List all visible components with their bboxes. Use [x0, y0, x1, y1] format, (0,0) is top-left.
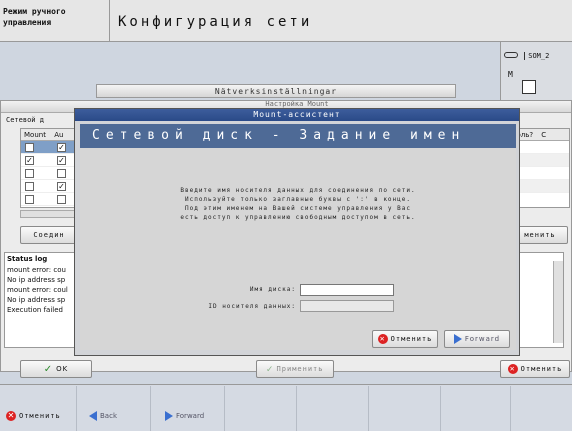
- col-auto: Au: [54, 131, 64, 139]
- connect-label: Соедин: [33, 231, 65, 239]
- ok-button[interactable]: ✓ OK: [20, 360, 92, 378]
- table-row[interactable]: [21, 167, 79, 180]
- apply-label: Применить: [276, 365, 324, 373]
- page-title: Конфигурация сети: [110, 0, 572, 42]
- cancel-icon: ✕: [6, 411, 16, 421]
- softkey-cancel-label: Отменить: [19, 412, 61, 420]
- mount-assistant-titlebar: Mount-ассистент: [75, 109, 519, 121]
- softkey-empty[interactable]: [440, 386, 510, 431]
- apply-button[interactable]: ✓ Применить: [256, 360, 334, 378]
- checkbox[interactable]: ✓: [57, 182, 66, 191]
- ok-label: OK: [56, 365, 69, 373]
- change-button[interactable]: менить: [512, 226, 568, 244]
- checkbox[interactable]: [25, 169, 34, 178]
- disk-name-label: Имя диска:: [249, 286, 296, 293]
- info-text: Введите имя носителя данных для соединен…: [180, 187, 416, 221]
- table-header: Mount Au: [21, 129, 79, 141]
- data-carrier-input[interactable]: [300, 300, 394, 312]
- disk-name-input[interactable]: [300, 284, 394, 296]
- m-label: M: [508, 70, 513, 79]
- horizontal-scrollbar[interactable]: [20, 210, 80, 218]
- wizard-forward-label: Forward: [464, 335, 501, 343]
- softkey-empty[interactable]: [296, 386, 366, 431]
- mode-label: Режим ручного управления: [0, 0, 110, 42]
- checkbox[interactable]: [57, 195, 66, 204]
- softkey-empty[interactable]: [368, 386, 438, 431]
- softkey-back-label: Back: [100, 412, 117, 420]
- mount-settings-title: Настройка Mount: [265, 100, 329, 108]
- data-carrier-label: ID носителя данных:: [208, 303, 296, 310]
- softkey-forward-label: Forward: [176, 412, 205, 420]
- checkbox[interactable]: [25, 143, 34, 152]
- group-label: Сетевой д: [6, 116, 44, 124]
- softkey-cancel[interactable]: ✕ Отменить: [0, 386, 70, 431]
- wizard-forward-button[interactable]: Forward: [444, 330, 510, 348]
- checkbox[interactable]: ✓: [57, 143, 66, 152]
- change-label: менить: [524, 231, 556, 239]
- network-settings-titlebar: Nätverksinställningar: [96, 84, 456, 98]
- col-c: C: [541, 131, 547, 139]
- wizard-content: [80, 148, 516, 350]
- softkey-empty[interactable]: [510, 386, 572, 431]
- wizard-cancel-button[interactable]: ✕ Отменить: [372, 330, 438, 348]
- arrow-right-icon: [165, 411, 173, 421]
- check-icon: ✓: [266, 363, 274, 375]
- table-row[interactable]: ✓: [21, 180, 79, 193]
- bg-cancel-button[interactable]: ✕ Отменить: [500, 360, 570, 378]
- softkey-forward[interactable]: Forward: [150, 386, 220, 431]
- cancel-icon: ✕: [507, 364, 518, 374]
- checkbox[interactable]: ✓: [57, 156, 66, 165]
- checkbox[interactable]: [57, 169, 66, 178]
- table-row[interactable]: ✓ ✓: [21, 154, 79, 167]
- vertical-scrollbar[interactable]: [553, 261, 563, 343]
- cancel-icon: ✕: [377, 334, 388, 344]
- table-row[interactable]: ✓: [21, 141, 79, 154]
- wizard-header: Сетевой диск - Задание имен: [80, 124, 516, 148]
- softkey-empty[interactable]: [224, 386, 294, 431]
- som-indicator: SOM_2: [504, 52, 572, 66]
- wizard-cancel-label: Отменить: [390, 335, 433, 343]
- som-label: SOM_2: [524, 52, 550, 60]
- mount-table[interactable]: Mount Au ✓ ✓ ✓ ✓: [20, 128, 80, 208]
- table-row[interactable]: [21, 193, 79, 206]
- arrow-left-icon: [89, 411, 97, 421]
- connect-button[interactable]: Соедин: [20, 226, 78, 244]
- check-icon: ✓: [43, 363, 54, 375]
- bg-cancel-label: Отменить: [520, 365, 563, 373]
- spindle-icon: [522, 80, 536, 94]
- checkbox[interactable]: [25, 182, 34, 191]
- arrow-right-icon: [453, 334, 462, 344]
- softkey-back[interactable]: Back: [76, 386, 146, 431]
- key-icon: [504, 52, 518, 58]
- checkbox[interactable]: ✓: [25, 156, 34, 165]
- checkbox[interactable]: [25, 195, 34, 204]
- col-mount: Mount: [24, 131, 46, 139]
